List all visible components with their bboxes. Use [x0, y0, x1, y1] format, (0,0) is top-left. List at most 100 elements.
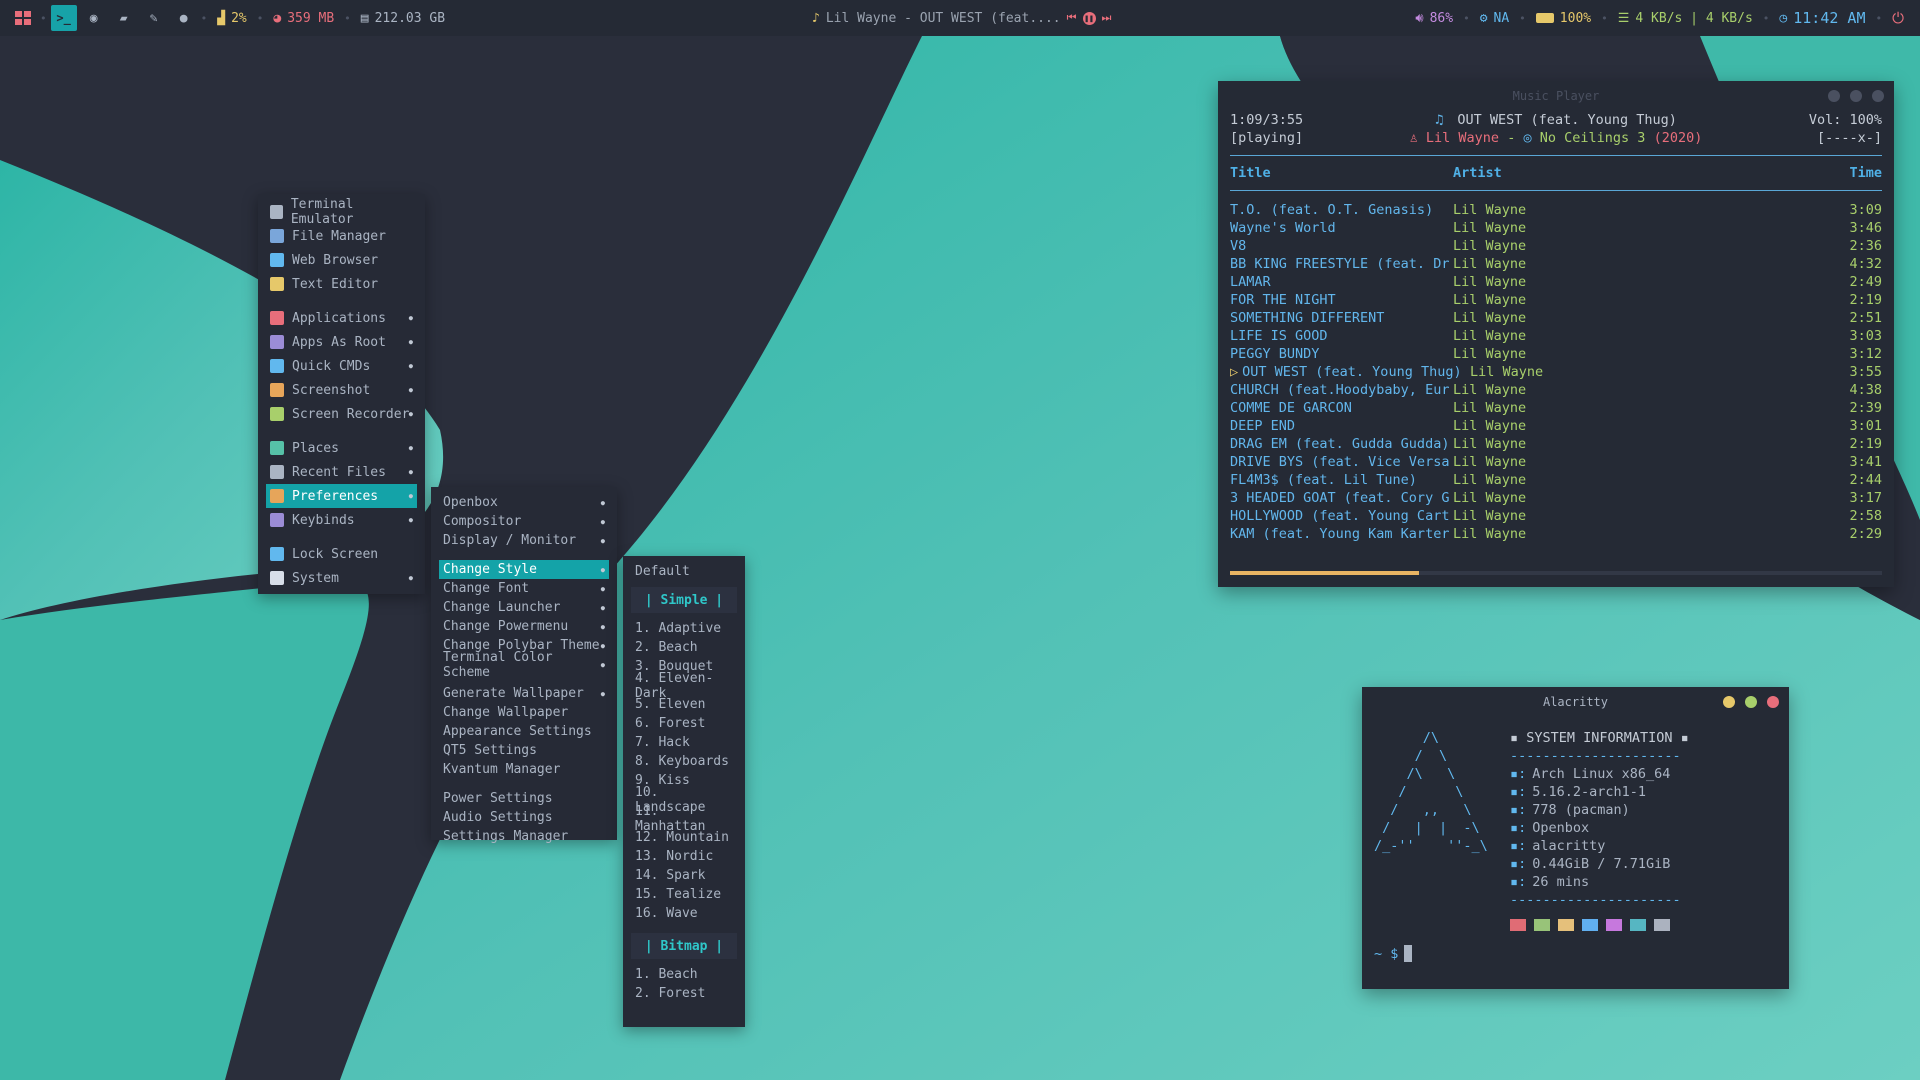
menu-item-power-settings[interactable]: Power Settings [439, 789, 609, 808]
menu-item-audio-settings[interactable]: Audio Settings [439, 808, 609, 827]
minimize-button[interactable] [1828, 90, 1840, 102]
playlist-row[interactable]: LIFE IS GOOD Lil Wayne 3:03 [1230, 327, 1882, 345]
style-option[interactable]: 4. Eleven-Dark [631, 671, 737, 701]
playback-progress-bar[interactable] [1230, 571, 1882, 575]
workspace-chat[interactable]: ● [171, 5, 197, 31]
playlist-row[interactable]: DRIVE BYS (feat. Vice Versa Lil Wayne 3:41 [1230, 453, 1882, 471]
playlist-row[interactable]: COMME DE GARCON Lil Wayne 2:39 [1230, 399, 1882, 417]
column-title[interactable]: Title [1230, 165, 1271, 181]
prev-icon[interactable]: ⏮ [1067, 11, 1077, 25]
workspace-terminal[interactable]: >_ [50, 5, 77, 31]
playlist-row[interactable]: PEGGY BUNDY Lil Wayne 3:12 [1230, 345, 1882, 363]
playlist-row[interactable]: FL4M3$ (feat. Lil Tune) Lil Wayne 2:44 [1230, 471, 1882, 489]
menu-item-places[interactable]: Places ● [266, 436, 417, 460]
column-time[interactable]: Time [1849, 165, 1882, 181]
menu-item-terminal-color-scheme[interactable]: Terminal Color Scheme ● [439, 650, 609, 680]
style-option[interactable]: 15. Tealize [631, 885, 737, 904]
menu-item-appearance-settings[interactable]: Appearance Settings [439, 722, 609, 741]
playlist-row[interactable]: HOLLYWOOD (feat. Young Cart Lil Wayne 2:58 [1230, 507, 1882, 525]
menu-item-file-manager[interactable]: File Manager [266, 224, 417, 248]
style-option[interactable]: 6. Forest [631, 714, 737, 733]
pause-icon[interactable]: ❚❚ [1082, 11, 1096, 25]
memory-module[interactable]: ◕ 359 MB [265, 11, 342, 26]
playlist-row[interactable]: SOMETHING DIFFERENT Lil Wayne 2:51 [1230, 309, 1882, 327]
menu-item-compositor[interactable]: Compositor ● [439, 512, 609, 531]
shell-prompt[interactable]: ~ $ [1374, 945, 1413, 962]
playlist-row[interactable]: T.O. (feat. O.T. Genasis) Lil Wayne 3:09 [1230, 201, 1882, 219]
playlist-row[interactable]: V8 Lil Wayne 2:36 [1230, 237, 1882, 255]
style-option[interactable]: 5. Eleven [631, 695, 737, 714]
menu-item-change-font[interactable]: Change Font ● [439, 579, 609, 598]
maximize-button[interactable] [1850, 90, 1862, 102]
column-artist[interactable]: Artist [1453, 165, 1502, 181]
playlist-row[interactable]: KAM (feat. Young Kam Karter Lil Wayne 2:29 [1230, 525, 1882, 543]
menu-item-openbox[interactable]: Openbox ● [439, 493, 609, 512]
playlist-row[interactable]: CHURCH (feat.Hoodybaby, Eur Lil Wayne 4:38 [1230, 381, 1882, 399]
menu-item-keybinds[interactable]: Keybinds ● [266, 508, 417, 532]
playlist-row[interactable]: Wayne's World Lil Wayne 3:46 [1230, 219, 1882, 237]
style-option[interactable]: 14. Spark [631, 866, 737, 885]
menu-item-applications[interactable]: Applications ● [266, 306, 417, 330]
power-button[interactable]: ⏻ [1884, 9, 1912, 27]
menu-grid-icon[interactable] [10, 5, 36, 31]
menu-item-change-launcher[interactable]: Change Launcher ● [439, 598, 609, 617]
close-button[interactable] [1872, 90, 1884, 102]
menu-item-preferences[interactable]: Preferences ● [266, 484, 417, 508]
menu-item-qt5-settings[interactable]: QT5 Settings [439, 741, 609, 760]
maximize-button[interactable] [1745, 696, 1757, 708]
close-button[interactable] [1767, 696, 1779, 708]
cpu-module[interactable]: ▟ 2% [209, 11, 254, 26]
bitmap-style-option[interactable]: 1. Beach [631, 965, 737, 984]
style-option[interactable]: 8. Keyboards [631, 752, 737, 771]
playlist-row[interactable]: BB KING FREESTYLE (feat. Dr Lil Wayne 4:32 [1230, 255, 1882, 273]
network-module[interactable]: ⚙ NA [1472, 11, 1517, 26]
menu-item-change-style[interactable]: Change Style ● [439, 560, 609, 579]
clock-module[interactable]: ◷ 11:42 AM [1771, 9, 1873, 27]
volume-module[interactable]: 🔊︎ 86% [1407, 11, 1461, 26]
recent-files-icon [270, 465, 284, 479]
style-option[interactable]: 7. Hack [631, 733, 737, 752]
next-icon[interactable]: ⏭ [1102, 11, 1112, 25]
style-default[interactable]: Default [631, 562, 737, 581]
playlist-row[interactable]: LAMAR Lil Wayne 2:49 [1230, 273, 1882, 291]
playlist-row[interactable]: FOR THE NIGHT Lil Wayne 2:19 [1230, 291, 1882, 309]
style-option[interactable]: 2. Beach [631, 638, 737, 657]
playlist-row[interactable]: 3 HEADED GOAT (feat. Cory G Lil Wayne 3:17 [1230, 489, 1882, 507]
menu-item-quick-cmds[interactable]: Quick CMDs ● [266, 354, 417, 378]
net-speed-module[interactable]: ☰ 4 KB/s | 4 KB/s [1610, 11, 1761, 26]
menu-item-screen-recorder[interactable]: Screen Recorder ● [266, 402, 417, 426]
track-duration: 2:49 [1849, 274, 1882, 290]
menu-item-lock-screen[interactable]: Lock Screen [266, 542, 417, 566]
menu-item-web-browser[interactable]: Web Browser [266, 248, 417, 272]
playlist-row[interactable]: DRAG EM (feat. Gudda Gudda) Lil Wayne 2:19 [1230, 435, 1882, 453]
playlist-row[interactable]: DEEP END Lil Wayne 3:01 [1230, 417, 1882, 435]
workspace-browser[interactable]: ◉ [81, 5, 107, 31]
menu-item-apps-as-root[interactable]: Apps As Root ● [266, 330, 417, 354]
menu-item-generate-wallpaper[interactable]: Generate Wallpaper ● [439, 684, 609, 703]
workspace-editor[interactable]: ✎ [141, 5, 167, 31]
minimize-button[interactable] [1723, 696, 1735, 708]
menu-item-settings-manager[interactable]: Settings Manager [439, 827, 609, 846]
workspace-files[interactable]: ▰ [111, 5, 137, 31]
style-option[interactable]: 12. Mountain [631, 828, 737, 847]
bitmap-style-option[interactable]: 2. Forest [631, 984, 737, 1003]
menu-item-terminal-emulator[interactable]: Terminal Emulator [266, 197, 417, 227]
playlist-row[interactable]: ▷ OUT WEST (feat. Young Thug) Lil Wayne 3:5… [1230, 363, 1882, 381]
menu-item-change-powermenu[interactable]: Change Powermenu ● [439, 617, 609, 636]
menu-item-text-editor[interactable]: Text Editor [266, 272, 417, 296]
style-option[interactable]: 16. Wave [631, 904, 737, 923]
style-option[interactable]: 1. Adaptive [631, 619, 737, 638]
style-option[interactable]: 13. Nordic [631, 847, 737, 866]
menu-item-kvantum-manager[interactable]: Kvantum Manager [439, 760, 609, 779]
battery-module[interactable]: 100% [1528, 11, 1599, 26]
disk-module[interactable]: ▤ 212.03 GB [353, 11, 453, 26]
style-option[interactable]: 11. Manhattan [631, 804, 737, 834]
menu-item-screenshot[interactable]: Screenshot ● [266, 378, 417, 402]
menu-item-display-monitor[interactable]: Display / Monitor ● [439, 531, 609, 550]
now-playing-text[interactable]: Lil Wayne - OUT WEST (feat.... [826, 11, 1061, 26]
menu-item-recent-files[interactable]: Recent Files ● [266, 460, 417, 484]
window-titlebar[interactable]: Alacritty [1362, 687, 1789, 717]
menu-item-system[interactable]: System ● [266, 566, 417, 590]
window-titlebar[interactable]: Music Player [1218, 81, 1894, 111]
menu-item-change-wallpaper[interactable]: Change Wallpaper [439, 703, 609, 722]
